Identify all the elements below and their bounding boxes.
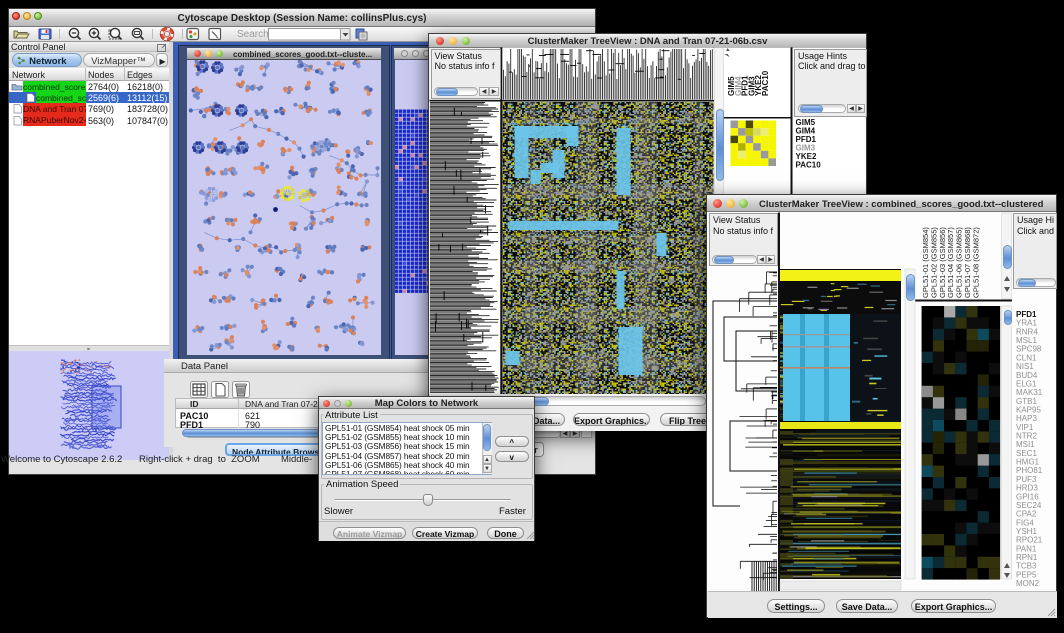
svg-text:PAC10: PAC10: [761, 70, 770, 96]
svg-text:PAC10: PAC10: [796, 161, 822, 170]
svg-text:Search:: Search:: [237, 29, 271, 40]
